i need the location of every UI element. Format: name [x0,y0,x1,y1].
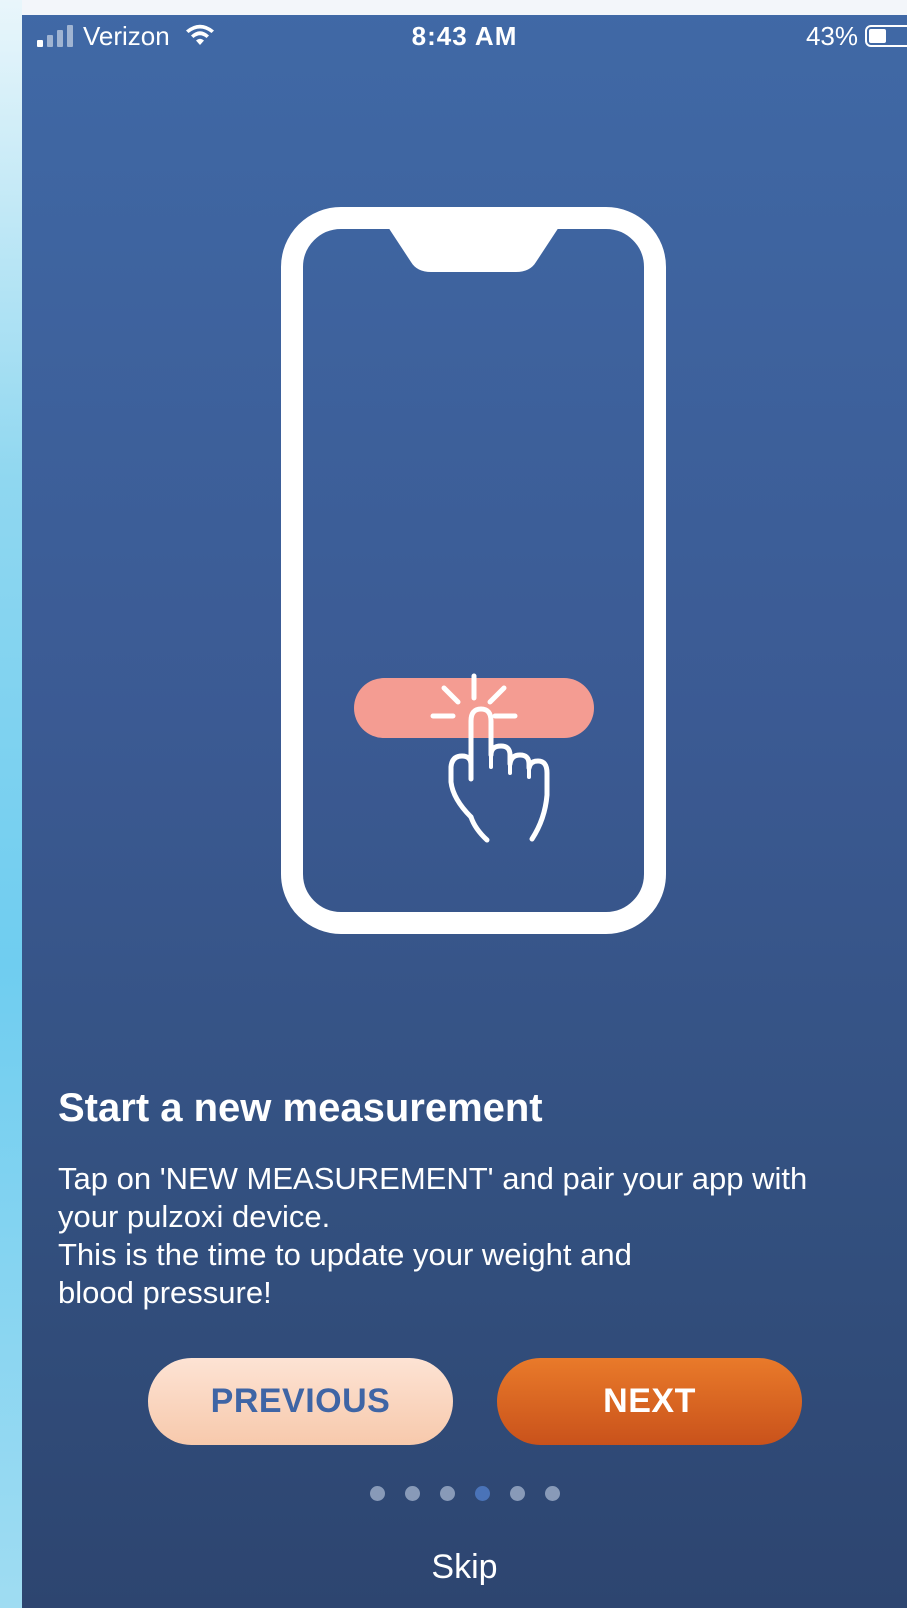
phone-notch [388,227,559,272]
previous-button[interactable]: PREVIOUS [148,1358,453,1445]
description-line: your pulzoxi device. [58,1199,331,1234]
onboarding-description: Tap on 'NEW MEASUREMENT' and pair your a… [58,1160,868,1312]
page-dot[interactable] [439,1486,455,1501]
page-dot[interactable] [544,1486,560,1501]
description-line: This is the time to update your weight a… [58,1237,632,1272]
phone-tap-icon [281,207,666,934]
clock: 8:43 AM [411,21,518,51]
page-indicator [22,1486,907,1501]
top-band [22,0,907,15]
description-line: Tap on 'NEW MEASUREMENT' and pair your a… [58,1161,808,1196]
skip-link[interactable]: Skip [22,1548,907,1587]
page-dot[interactable] [509,1486,525,1501]
status-bar: Verizon 8:43 AM 43% [22,15,907,57]
next-button[interactable]: NEXT [497,1358,802,1445]
onboarding-screen: Verizon 8:43 AM 43% Start a new measurem… [22,0,907,1608]
description-line: blood pressure! [58,1275,272,1310]
background-edge [0,0,22,1608]
battery-level [869,29,886,43]
battery-icon [865,25,907,47]
page-dot[interactable] [369,1486,385,1501]
page-dot[interactable] [404,1486,420,1501]
onboarding-title: Start a new measurement [58,1086,543,1130]
page-dot-active[interactable] [474,1486,490,1501]
battery-percent: 43% [805,21,858,51]
